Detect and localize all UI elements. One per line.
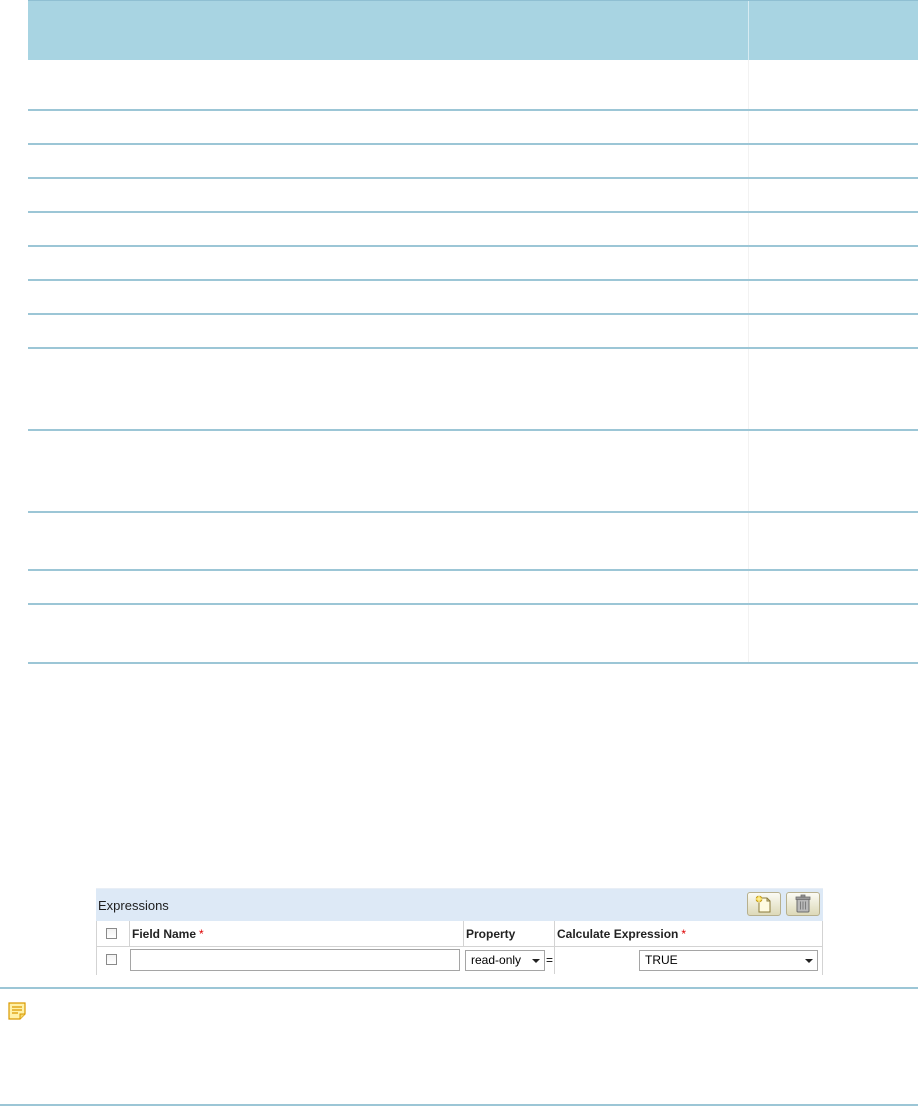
equals-sign: =	[546, 953, 554, 967]
property-cell: read-only =	[463, 947, 554, 974]
field-name-header: Field Name *	[129, 921, 463, 946]
doc-table	[28, 0, 918, 664]
add-expression-button[interactable]	[747, 892, 781, 916]
table-row	[28, 431, 918, 513]
table-row	[28, 349, 918, 431]
calculate-expression-header: Calculate Expression *	[554, 921, 823, 946]
property-select-value: read-only	[471, 953, 522, 967]
table-row	[28, 281, 918, 315]
required-marker: *	[199, 927, 204, 941]
table-row	[28, 513, 918, 571]
expressions-grid: Field Name * Property Calculate Expressio…	[96, 921, 823, 975]
trash-icon	[795, 894, 811, 913]
table-row	[28, 213, 918, 247]
table-row	[28, 571, 918, 605]
expressions-title: Expressions	[98, 898, 169, 913]
add-row-icon	[755, 895, 771, 913]
field-name-cell	[129, 947, 463, 974]
field-name-input[interactable]	[130, 949, 460, 971]
table-row	[28, 60, 918, 111]
header-checkbox-cell	[97, 921, 129, 946]
note-icon	[8, 1002, 26, 1020]
field-name-header-label: Field Name	[132, 927, 197, 941]
expression-row: read-only = TRUE	[97, 947, 822, 974]
expression-select[interactable]: TRUE	[639, 950, 818, 971]
required-marker: *	[681, 927, 687, 941]
table-row	[28, 247, 918, 281]
delete-expression-button[interactable]	[786, 892, 820, 916]
property-header: Property	[463, 921, 554, 946]
table-row	[28, 145, 918, 179]
grid-header: Field Name * Property Calculate Expressio…	[97, 921, 822, 947]
property-select[interactable]: read-only	[465, 950, 545, 971]
table-row	[28, 111, 918, 145]
row-checkbox[interactable]	[106, 954, 117, 965]
chevron-down-icon	[805, 959, 813, 963]
expression-select-value: TRUE	[645, 953, 678, 967]
property-header-label: Property	[466, 927, 516, 941]
note-top-rule	[0, 987, 918, 989]
doc-table-header	[28, 0, 918, 60]
row-checkbox-cell	[97, 947, 129, 974]
calculate-expression-cell: TRUE	[554, 947, 823, 974]
select-all-checkbox[interactable]	[106, 928, 117, 939]
chevron-down-icon	[532, 959, 540, 963]
table-row	[28, 179, 918, 213]
table-row	[28, 605, 918, 664]
expressions-panel: Expressions Field Name * Property Calcul…	[96, 888, 823, 975]
calculate-expression-header-label: Calculate Expression	[557, 927, 679, 941]
expressions-title-bar: Expressions	[96, 888, 823, 921]
table-row	[28, 315, 918, 349]
